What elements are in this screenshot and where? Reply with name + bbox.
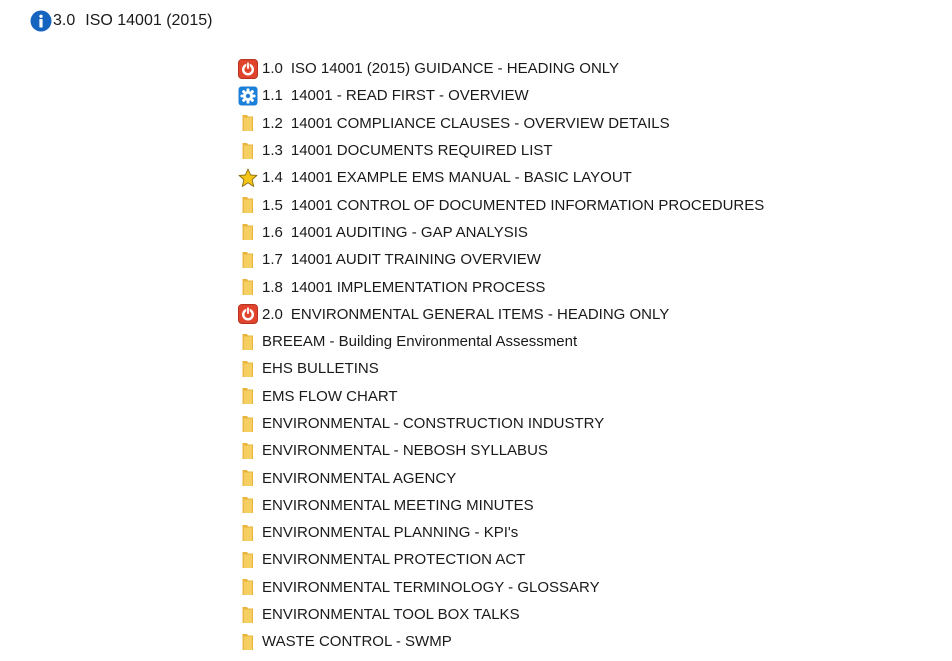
folder-item-label: 14001 COMPLIANCE CLAUSES - OVERVIEW DETA…: [290, 114, 670, 132]
folder-item-number: 1.3: [262, 142, 283, 160]
folder-item-label: ENVIRONMENTAL - CONSTRUCTION INDUSTRY: [262, 415, 605, 432]
folder-item-number: 1.4: [262, 169, 283, 187]
folder-icon: [238, 523, 258, 543]
folder-icon: [238, 222, 258, 242]
folder-item-number: 2.0: [262, 305, 283, 323]
folder-item-label: ENVIRONMENTAL TOOL BOX TALKS: [262, 606, 520, 624]
folder-icon: [238, 550, 258, 570]
info-icon: [30, 10, 52, 32]
folder-item[interactable]: 1.0 ISO 14001 (2015) GUIDANCE - HEADING O…: [238, 55, 938, 82]
folder-item[interactable]: ENVIRONMENTAL MEETING MINUTES: [238, 492, 938, 519]
folder-item-label: EMS FLOW CHART: [262, 387, 398, 405]
power-icon: [238, 58, 258, 79]
folder-item-label: ENVIRONMENTAL GENERAL ITEMS - HEADING ON…: [290, 305, 670, 323]
folder-item[interactable]: ENVIRONMENTAL AGENCY: [238, 464, 938, 491]
folder-icon: [238, 441, 258, 461]
folder-item[interactable]: 1.5 14001 CONTROL OF DOCUMENTED INFORMATI…: [238, 191, 938, 218]
folder-item-label: ISO 14001 (2015) GUIDANCE - HEADING ONLY: [290, 60, 620, 78]
folder-item-label: ENVIRONMENTAL TERMINOLOGY - GLOSSARY: [262, 578, 600, 596]
folder-item[interactable]: ENVIRONMENTAL - CONSTRUCTION INDUSTRY: [238, 410, 938, 437]
folder-icon: [238, 632, 258, 652]
folder-item[interactable]: 1.1 14001 - READ FIRST - OVERVIEW: [238, 82, 938, 109]
folder-item[interactable]: 1.3 14001 DOCUMENTS REQUIRED LIST: [238, 137, 938, 164]
folder-item-number: 1.0: [262, 60, 283, 78]
folder-item-number: 1.6: [262, 223, 283, 241]
folder-item[interactable]: ENVIRONMENTAL TOOL BOX TALKS: [238, 601, 938, 628]
folder-icon: [238, 113, 258, 133]
folder-item-label: 14001 DOCUMENTS REQUIRED LIST: [290, 142, 553, 160]
folder-item[interactable]: BREEAM - Building Environmental Assessme…: [238, 328, 938, 355]
folder-item[interactable]: 1.2 14001 COMPLIANCE CLAUSES - OVERVIEW D…: [238, 110, 938, 137]
folder-item[interactable]: EMS FLOW CHART: [238, 383, 938, 410]
folder-item-number: 1.5: [262, 196, 283, 214]
folder-item[interactable]: ENVIRONMENTAL TERMINOLOGY - GLOSSARY: [238, 574, 938, 601]
folder-item-number: 1.8: [262, 278, 283, 296]
folder-item[interactable]: WASTE CONTROL - SWMP: [238, 628, 938, 655]
folder-item-label: 14001 EXAMPLE EMS MANUAL - BASIC LAYOUT: [290, 169, 632, 187]
folder-icon: [238, 495, 258, 515]
folder-item-label: ENVIRONMENTAL PLANNING - KPI's: [262, 524, 519, 542]
folder-icon: [238, 277, 258, 297]
folder-icon: [238, 250, 258, 270]
folder-icon: [238, 468, 258, 488]
folder-item-label: WASTE CONTROL - SWMP: [262, 633, 452, 651]
folder-item[interactable]: EHS BULLETINS: [238, 355, 938, 382]
folder-icon: [238, 332, 258, 352]
folder-item[interactable]: 2.0 ENVIRONMENTAL GENERAL ITEMS - HEADING…: [238, 301, 938, 328]
folder-item-number: 1.7: [262, 251, 283, 269]
folder-icon: [238, 195, 258, 215]
folder-item-label: 14001 AUDITING - GAP ANALYSIS: [290, 223, 528, 241]
folder-item-number: 1.1: [262, 87, 283, 105]
folder-item-label: ENVIRONMENTAL MEETING MINUTES: [262, 496, 534, 514]
folder-item-label: ENVIRONMENTAL AGENCY: [262, 469, 457, 487]
folder-icon: [238, 414, 258, 434]
folder-item[interactable]: 1.8 14001 IMPLEMENTATION PROCESS: [238, 273, 938, 300]
folder-item-label: 14001 IMPLEMENTATION PROCESS: [290, 278, 546, 296]
folder-item[interactable]: ENVIRONMENTAL - NEBOSH SYLLABUS: [238, 437, 938, 464]
folder-item[interactable]: 1.4 14001 EXAMPLE EMS MANUAL - BASIC LAYO…: [238, 164, 938, 191]
star-icon: [238, 168, 258, 188]
folder-list: 1.0 ISO 14001 (2015) GUIDANCE - HEADING O…: [238, 55, 938, 656]
folder-item[interactable]: ENVIRONMENTAL PROTECTION ACT: [238, 546, 938, 573]
folder-icon: [238, 605, 258, 625]
folder-icon: [238, 386, 258, 406]
gear-icon: [238, 86, 258, 106]
folder-item-label: 14001 - READ FIRST - OVERVIEW: [290, 87, 529, 105]
folder-item[interactable]: 1.6 14001 AUDITING - GAP ANALYSIS: [238, 219, 938, 246]
folder-icon: [238, 141, 258, 161]
folder-icon: [238, 359, 258, 379]
folder-icon: [238, 577, 258, 597]
folder-item[interactable]: ENVIRONMENTAL PLANNING - KPI's: [238, 519, 938, 546]
folder-item-label: 14001 CONTROL OF DOCUMENTED INFORMATION …: [290, 196, 765, 214]
folder-item-label: ENVIRONMENTAL PROTECTION ACT: [262, 551, 526, 569]
folder-item-label: 14001 AUDIT TRAINING OVERVIEW: [290, 251, 541, 269]
folder-item-number: 1.2: [262, 114, 283, 132]
folder-item-label: ENVIRONMENTAL - NEBOSH SYLLABUS: [262, 442, 548, 460]
section-number: 3.0: [53, 12, 76, 29]
section-title: ISO 14001 (2015): [85, 12, 213, 29]
folder-item-label: BREEAM - Building Environmental Assessme…: [262, 333, 578, 351]
folder-item[interactable]: 1.7 14001 AUDIT TRAINING OVERVIEW: [238, 246, 938, 273]
power-icon: [238, 304, 258, 325]
folder-item-label: EHS BULLETINS: [262, 360, 379, 378]
section-header[interactable]: 3.0 ISO 14001 (2015): [30, 9, 212, 33]
